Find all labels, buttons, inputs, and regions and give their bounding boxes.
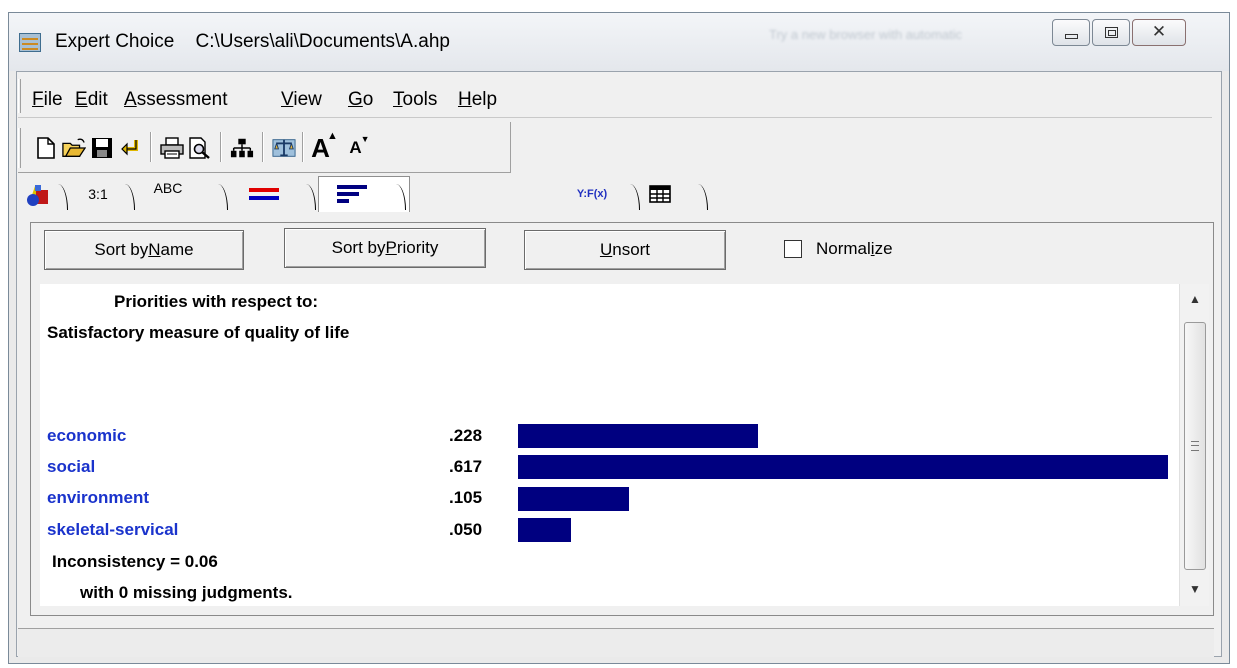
open-folder-icon[interactable] (62, 136, 86, 160)
toolbar-separator (220, 132, 222, 162)
tab-divider (698, 184, 708, 210)
window-controls: ✕ (1052, 19, 1188, 47)
print-preview-icon[interactable] (188, 136, 212, 160)
table-grid-icon (649, 185, 671, 203)
app-name: Expert Choice (55, 31, 175, 52)
grip-icon (1191, 441, 1199, 451)
view-tabs: 3:1 ABC Y:F(x) (18, 172, 1212, 212)
tab-formula-label: Y:F(x) (576, 188, 608, 200)
priority-bars-icon (337, 185, 367, 203)
menu-grip[interactable] (18, 79, 21, 113)
scroll-up-icon[interactable]: ▲ (1180, 292, 1210, 306)
priority-item-name: social (47, 457, 96, 476)
tab-divider (218, 184, 228, 210)
new-file-icon[interactable] (34, 136, 58, 160)
title-bar[interactable]: Expert Choice C:\Users\ali\Documents\A.a… (9, 13, 1229, 71)
toolbar-separator (262, 132, 264, 162)
toolbar-separator (302, 132, 304, 162)
priority-item-name: skeletal-servical (47, 520, 179, 539)
maximize-icon (1105, 27, 1118, 38)
menu-help[interactable]: Help (458, 89, 497, 111)
menu-file[interactable]: File (32, 89, 63, 111)
tab-data-grid[interactable] (640, 178, 680, 210)
normalize-checkbox[interactable] (784, 240, 802, 258)
report-heading: Priorities with respect to: (114, 292, 319, 311)
scroll-thumb[interactable] (1184, 322, 1206, 570)
tab-abc-label: ABC (153, 180, 183, 196)
vertical-scrollbar[interactable]: ▲ ▼ (1179, 284, 1209, 606)
color-shapes-icon (27, 185, 48, 206)
decrease-font-icon[interactable]: A ▼ (348, 134, 372, 160)
minimize-button[interactable] (1052, 19, 1090, 46)
menu-tools[interactable]: Tools (393, 89, 437, 111)
menu-view[interactable]: View (281, 89, 322, 111)
priority-bar (518, 487, 629, 511)
tab-priorities[interactable] (324, 178, 380, 210)
tab-hierarchy[interactable] (24, 178, 54, 210)
tab-divider (630, 184, 640, 210)
unsort-button[interactable]: Unsort (524, 230, 726, 270)
priority-item-value: .050 (449, 520, 483, 539)
tab-pairwise-numerical[interactable]: 3:1 (78, 178, 118, 210)
inconsistency-text: Inconsistency = 0.06 (52, 552, 218, 571)
tab-divider (58, 184, 68, 210)
hierarchy-icon[interactable] (230, 136, 254, 160)
menu-bar: File Edit Assessment View Go Tools Help (18, 73, 1212, 118)
toolbar: A ▲ A ▼ (18, 122, 511, 173)
maximize-button[interactable] (1092, 19, 1130, 46)
menu-go[interactable]: Go (348, 89, 373, 111)
missing-judgments-text: with 0 missing judgments. (80, 583, 293, 602)
background-window-text: Try a new browser with automatic (769, 27, 963, 42)
priority-bar (518, 424, 758, 448)
toolbar-separator (150, 132, 152, 162)
print-icon[interactable] (160, 136, 184, 160)
increase-font-icon[interactable]: A ▲ (311, 130, 338, 163)
menu-assessment[interactable]: Assessment (124, 89, 228, 111)
priority-item-name: economic (47, 426, 127, 445)
tab-verbal[interactable]: ABC (138, 178, 198, 210)
scroll-down-icon[interactable]: ▼ (1180, 582, 1210, 596)
minimize-icon (1065, 34, 1078, 39)
menu-edit[interactable]: Edit (75, 89, 108, 111)
priority-item-value: .228 (449, 426, 483, 445)
equal-bars-icon (249, 188, 279, 200)
tab-formula[interactable]: Y:F(x) (564, 178, 620, 210)
priority-item-value: .617 (449, 457, 483, 476)
toolbar-grip[interactable] (18, 128, 21, 168)
save-icon[interactable] (90, 136, 114, 160)
window-title: Expert Choice C:\Users\ali\Documents\A.a… (55, 31, 450, 53)
priority-bar (518, 518, 571, 542)
file-path: C:\Users\ali\Documents\A.ahp (195, 31, 450, 52)
tab-ratio-label: 3:1 (88, 186, 108, 202)
report-goal: Satisfactory measure of quality of life (47, 323, 350, 342)
tab-divider (125, 184, 135, 210)
status-bar (18, 628, 1214, 657)
sort-by-priority-button[interactable]: Sort by Priority (284, 228, 486, 268)
sort-by-name-button[interactable]: Sort by Name (44, 230, 244, 270)
priority-item-value: .105 (449, 488, 483, 507)
tab-divider (306, 184, 316, 210)
close-icon: ✕ (1151, 22, 1167, 41)
expert-choice-app-icon[interactable] (19, 33, 41, 52)
close-button[interactable]: ✕ (1132, 19, 1186, 46)
priority-item-name: environment (47, 488, 150, 507)
priority-bar (518, 455, 1168, 479)
normalize-label[interactable]: Normalize (816, 239, 893, 259)
tab-graphical[interactable] (236, 178, 292, 210)
balance-scale-icon[interactable] (272, 136, 296, 160)
undo-icon[interactable] (118, 136, 142, 160)
